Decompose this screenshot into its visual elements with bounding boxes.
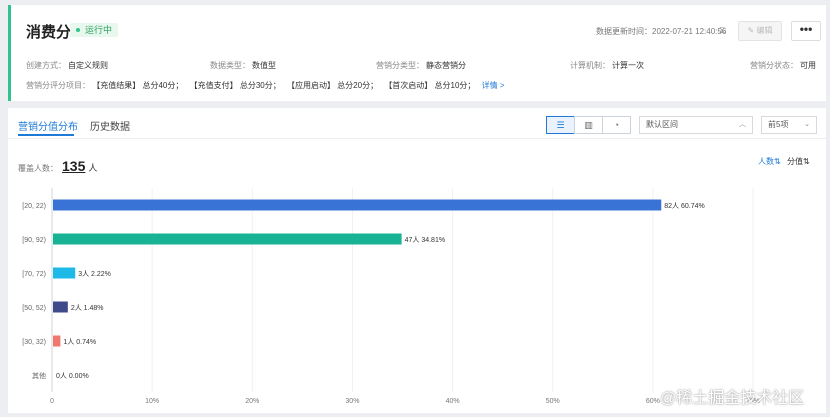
x-tick-label: 10% — [145, 398, 159, 405]
y-category-label: [20, 22) — [22, 203, 46, 210]
y-category-label: 其他 — [32, 371, 46, 380]
x-tick-label: 60% — [646, 398, 660, 405]
bar — [53, 301, 68, 313]
y-category-label: [70, 72) — [22, 271, 46, 278]
x-tick-label: 50% — [546, 398, 560, 405]
x-tick-label: 20% — [245, 398, 259, 405]
bar-data-label: 1人 0.74% — [63, 338, 96, 346]
bar — [53, 267, 76, 279]
watermark: @稀土掘金技术社区 — [660, 390, 805, 407]
bar-data-label: 47人 34.81% — [405, 236, 445, 244]
y-category-label: [90, 92) — [22, 237, 46, 244]
bar-data-label: 82人 60.74% — [664, 202, 704, 210]
x-tick-label: 40% — [446, 398, 460, 405]
distribution-bar-chart: 0 10% 20% 30% 40% 50% 60% 70%[20, 22) 82人 60.74%… — [22, 188, 760, 405]
bar-data-label: 0人 0.00% — [56, 372, 89, 380]
x-tick-label: 30% — [345, 398, 359, 405]
bar — [53, 335, 61, 347]
bar — [53, 233, 402, 245]
bar — [53, 199, 662, 211]
y-category-label: [30, 32) — [22, 339, 46, 346]
bar-data-label: 2人 1.48% — [71, 304, 104, 312]
bar-data-label: 3人 2.22% — [78, 270, 111, 278]
y-category-label: [50, 52) — [22, 305, 46, 312]
x-tick-label: 0 — [50, 398, 54, 405]
